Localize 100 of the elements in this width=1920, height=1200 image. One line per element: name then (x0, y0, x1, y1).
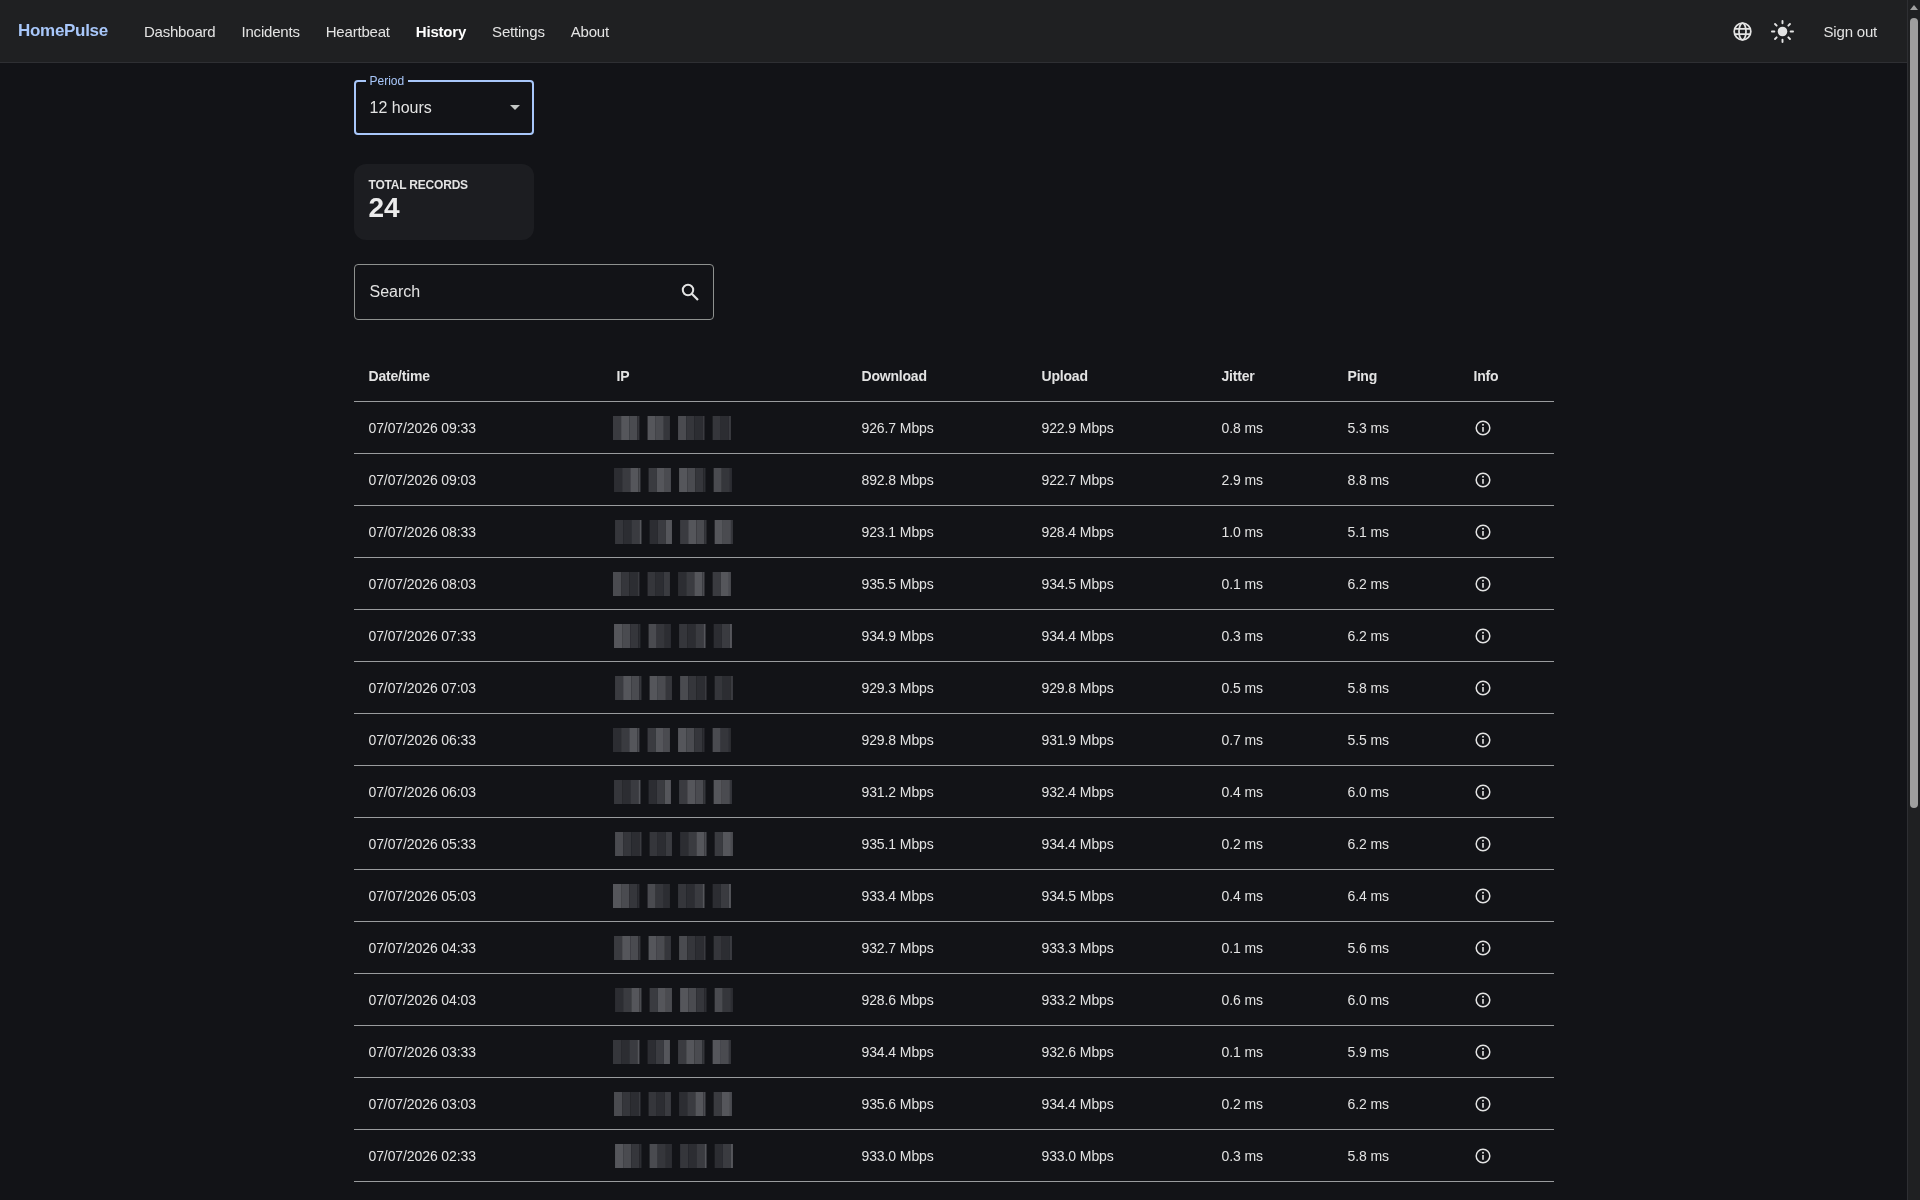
table-cell-text: 5.8 ms (1346, 679, 1390, 696)
info-icon[interactable] (1474, 731, 1491, 748)
table-cell-text: 6.2 ms (1346, 835, 1390, 852)
table-cell-text: 932.4 Mbps (1040, 783, 1115, 800)
scrollbar-thumb[interactable] (1910, 18, 1918, 808)
info-icon[interactable] (1474, 991, 1491, 1008)
info-icon[interactable] (1474, 783, 1491, 800)
column-header: Jitter (1220, 367, 1256, 384)
table-cell-text: 928.6 Mbps (860, 991, 935, 1008)
sun-icon[interactable] (1770, 19, 1794, 43)
nav-link[interactable]: History (415, 16, 467, 46)
info-icon[interactable] (1474, 835, 1491, 852)
table-cell-text: 929.8 Mbps (860, 731, 935, 748)
table-cell-text: 5.3 ms (1346, 419, 1390, 436)
table-cell-text: 1.0 ms (1220, 523, 1264, 540)
info-icon[interactable] (1474, 419, 1491, 436)
info-icon[interactable] (1474, 1147, 1491, 1164)
search-field[interactable]: Search (353, 264, 714, 320)
table-cell-text: 0.3 ms (1220, 1147, 1264, 1164)
info-icon[interactable] (1474, 679, 1491, 696)
table-cell-text: 934.4 Mbps (1040, 835, 1115, 852)
info-icon[interactable] (1474, 1043, 1491, 1060)
table-cell-text: 0.3 ms (1220, 627, 1264, 644)
period-value: 12 hours (369, 98, 432, 117)
table-cell-text: 0.5 ms (1220, 679, 1264, 696)
info-icon[interactable] (1474, 887, 1491, 904)
table-cell-text: 6.2 ms (1346, 627, 1390, 644)
nav-link[interactable]: Heartbeat (325, 16, 390, 46)
info-icon[interactable] (1474, 471, 1491, 488)
table-cell-text: 07/07/2026 07:03 (367, 679, 477, 696)
table-cell-text: 0.6 ms (1220, 991, 1264, 1008)
table-cell-text: 0.1 ms (1220, 939, 1264, 956)
info-icon[interactable] (1474, 627, 1491, 644)
table-cell-text: 933.0 Mbps (860, 1147, 935, 1164)
table-cell-text: 892.8 Mbps (860, 471, 935, 488)
table-cell-text: 07/07/2026 08:03 (367, 575, 477, 592)
column-header: Date/time (367, 367, 431, 384)
table-cell-text: 0.2 ms (1220, 835, 1264, 852)
table-cell-text: 5.5 ms (1346, 731, 1390, 748)
info-icon[interactable] (1474, 523, 1491, 540)
info-icon[interactable] (1474, 575, 1491, 592)
scroll-up-icon[interactable] (1910, 5, 1918, 10)
table-cell-text: 934.4 Mbps (1040, 1095, 1115, 1112)
table-cell-text: 926.7 Mbps (860, 419, 935, 436)
table-cell-text: 2.9 ms (1220, 471, 1264, 488)
column-header: Upload (1040, 367, 1089, 384)
table-cell-text: 933.3 Mbps (1040, 939, 1115, 956)
total-records-value: 24 (368, 192, 400, 224)
total-records-label: TOTAL RECORDS (368, 178, 468, 192)
table-cell-text: 0.7 ms (1220, 731, 1264, 748)
table-cell-text: 07/07/2026 06:33 (367, 731, 477, 748)
table-cell-text: 928.4 Mbps (1040, 523, 1115, 540)
table-cell-text: 934.9 Mbps (860, 627, 935, 644)
table-cell-text: 935.6 Mbps (860, 1095, 935, 1112)
sign-out-button[interactable]: Sign out (1823, 16, 1877, 46)
nav-link[interactable]: Settings (492, 16, 545, 46)
table-cell-text: 922.9 Mbps (1040, 419, 1115, 436)
column-header: Info (1472, 367, 1500, 384)
scrollbar[interactable] (1907, 0, 1920, 1200)
table-cell-text: 0.1 ms (1220, 575, 1264, 592)
table-cell-text: 07/07/2026 04:03 (367, 991, 477, 1008)
table-cell-text: 922.7 Mbps (1040, 471, 1115, 488)
table-cell-text: 07/07/2026 08:33 (367, 523, 477, 540)
table-cell-text: 5.9 ms (1346, 1043, 1390, 1060)
table-cell-text: 929.8 Mbps (1040, 679, 1115, 696)
nav-link[interactable]: Dashboard (143, 16, 216, 46)
table-cell-text: 07/07/2026 06:03 (367, 783, 477, 800)
table-cell-text: 934.4 Mbps (860, 1043, 935, 1060)
table-cell-text: 6.2 ms (1346, 575, 1390, 592)
table-cell-text: 07/07/2026 04:33 (367, 939, 477, 956)
table-cell-text: 933.2 Mbps (1040, 991, 1115, 1008)
table-cell-text: 07/07/2026 07:33 (367, 627, 477, 644)
table-cell-text: 07/07/2026 03:03 (367, 1095, 477, 1112)
globe-icon[interactable] (1731, 20, 1753, 42)
table-cell-text: 934.5 Mbps (1040, 575, 1115, 592)
table-cell-text: 6.0 ms (1346, 991, 1390, 1008)
table-cell-text: 07/07/2026 09:33 (367, 419, 477, 436)
nav-link[interactable]: Incidents (241, 16, 300, 46)
table-cell-text: 934.5 Mbps (1040, 887, 1115, 904)
table-cell-text: 933.0 Mbps (1040, 1147, 1115, 1164)
table-cell-text: 934.4 Mbps (1040, 627, 1115, 644)
nav-link[interactable]: About (570, 16, 609, 46)
info-icon[interactable] (1474, 1095, 1491, 1112)
table-cell-text: 929.3 Mbps (860, 679, 935, 696)
table-cell-text: 6.0 ms (1346, 783, 1390, 800)
table-cell-text: 0.4 ms (1220, 887, 1264, 904)
table-cell-text: 935.5 Mbps (860, 575, 935, 592)
table-cell-text: 923.1 Mbps (860, 523, 935, 540)
table-cell-text: 5.8 ms (1346, 1147, 1390, 1164)
column-header: Ping (1346, 367, 1379, 384)
column-header: IP (615, 367, 631, 384)
brand-logo-text[interactable]: HomePulse (18, 21, 108, 41)
search-icon[interactable] (680, 283, 699, 301)
table-cell-text: 0.1 ms (1220, 1043, 1264, 1060)
table-cell-text: 5.6 ms (1346, 939, 1390, 956)
table-cell-text: 931.9 Mbps (1040, 731, 1115, 748)
table-cell-text: 07/07/2026 03:33 (367, 1043, 477, 1060)
table-cell-text: 07/07/2026 05:33 (367, 835, 477, 852)
table-cell-text: 07/07/2026 05:03 (367, 887, 477, 904)
info-icon[interactable] (1474, 939, 1491, 956)
